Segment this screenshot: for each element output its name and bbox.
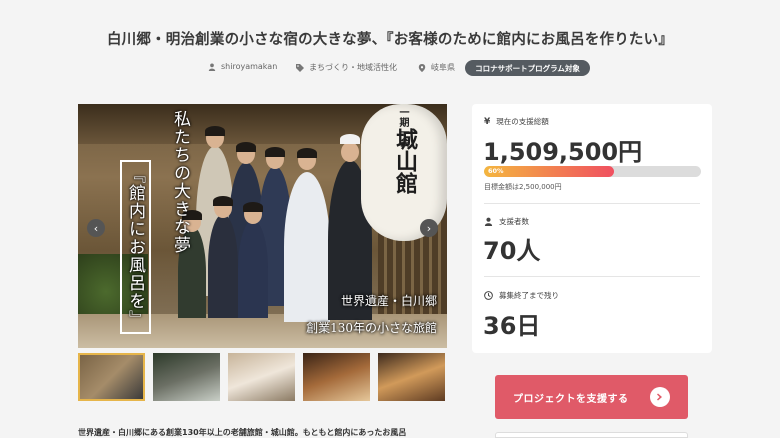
page-title: 白川郷・明治創業の小さな宿の大きな夢、『お客様のために館内にお風呂を作りたい』 <box>106 32 674 48</box>
category-link[interactable]: まちづくり・地域活性化 <box>296 62 397 73</box>
thumbnail-3[interactable] <box>228 353 295 401</box>
owner-name[interactable]: shiroyamakan <box>221 62 277 71</box>
yen-icon: ¥ <box>484 116 491 127</box>
secondary-panel <box>495 432 688 438</box>
user-icon <box>208 63 216 71</box>
goal-amount: 目標金額は2,500,000円 <box>484 183 562 191</box>
arrow-right-icon <box>650 387 670 407</box>
tag-icon <box>296 63 304 72</box>
funding-stats-card: ¥ 現在の支援総額 1,509,500円 60% 目標金額は2,500,000円… <box>472 104 712 353</box>
supporters-label: 支援者数 <box>484 216 529 227</box>
location-pin-icon <box>418 63 426 72</box>
person-icon <box>484 217 493 226</box>
location-link[interactable]: 岐阜県 <box>418 62 455 73</box>
clock-icon <box>484 291 493 300</box>
project-description: 世界遺産・白川郷にある創業130年以上の老舗旅館・城山館。もともと館内にあったお… <box>78 428 407 437</box>
location-name[interactable]: 岐阜県 <box>431 62 455 73</box>
support-project-button[interactable]: プロジェクトを支援する <box>495 375 688 419</box>
hero-bath-text: 『館内にお風呂を』 <box>120 160 151 334</box>
progress-percent: 60% <box>488 167 504 175</box>
support-button-label: プロジェクトを支援する <box>513 393 629 405</box>
amount-value: 1,509,500円 <box>483 138 643 166</box>
hero-dream-text: 私たちの大きな夢 <box>170 110 190 254</box>
remaining-value: 36日 <box>483 312 541 340</box>
carousel-prev-button[interactable]: ‹ <box>87 219 105 237</box>
thumbnail-4[interactable] <box>303 353 370 401</box>
category-name[interactable]: まちづくり・地域活性化 <box>309 62 397 73</box>
thumbnail-strip <box>78 353 447 401</box>
supporters-value: 70人 <box>483 237 541 265</box>
remaining-label: 募集終了まで残り <box>484 290 559 301</box>
owner-link[interactable]: shiroyamakan <box>208 62 277 71</box>
thumbnail-5[interactable] <box>378 353 445 401</box>
carousel-next-button[interactable]: › <box>420 219 438 237</box>
thumbnail-2[interactable] <box>153 353 220 401</box>
corona-support-badge[interactable]: コロナサポートプログラム対象 <box>465 60 590 76</box>
hero-caption-2: 創業130年の小さな旅館 <box>306 321 437 335</box>
lantern-text: 城山館 <box>392 128 418 194</box>
project-meta: shiroyamakan まちづくり・地域活性化 岐阜県 コロナサポートプログラ… <box>0 60 780 78</box>
amount-label: ¥ 現在の支援総額 <box>484 116 549 127</box>
funding-progress-bar: 60% <box>484 166 701 177</box>
thumbnail-1[interactable] <box>78 353 145 401</box>
hero-caption-1: 世界遺産・白川郷 <box>340 294 437 308</box>
